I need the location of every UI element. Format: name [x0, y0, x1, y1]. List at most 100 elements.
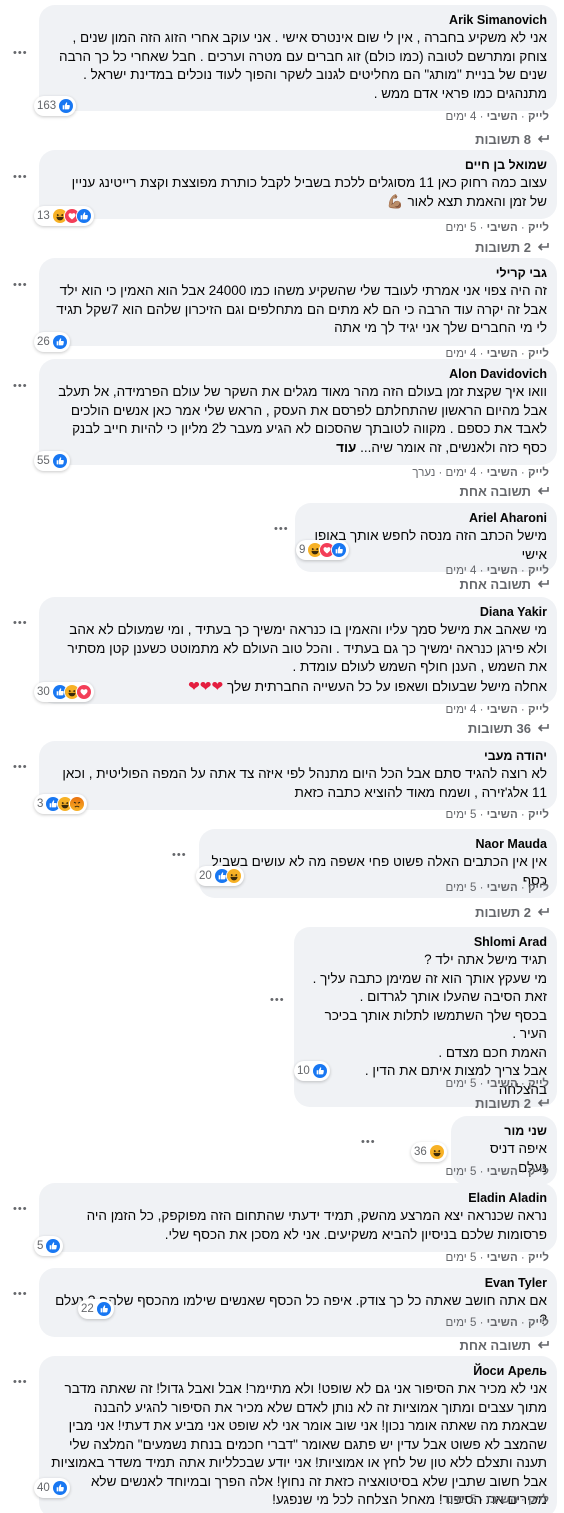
like-action[interactable]: לייק — [528, 467, 549, 479]
comment-author[interactable]: יהודה מעבי — [51, 748, 547, 765]
replies-count-label: 2 תשובות — [475, 240, 531, 255]
reactions-summary[interactable]: 13 — [34, 206, 94, 226]
view-replies-link[interactable]: 2 תשובות — [300, 1096, 549, 1112]
reaction-count: 163 — [37, 100, 57, 112]
reply-action[interactable]: השיבי — [487, 809, 518, 821]
comment-timestamp[interactable]: 5 ימים — [446, 1317, 477, 1329]
like-action[interactable]: לייק — [528, 222, 549, 234]
comment-author[interactable]: Naor Mauda — [211, 836, 547, 853]
reaction-count: 3 — [37, 798, 44, 810]
like-action[interactable]: לייק — [528, 1252, 549, 1264]
view-replies-link[interactable]: 36 תשובות — [114, 721, 549, 737]
reactions-summary[interactable]: 9 — [296, 540, 350, 560]
more-options-icon[interactable]: ••• — [270, 995, 285, 1006]
comment-text: וואו איך שקצת זמן בעולם הזה מהר מאוד מגל… — [51, 383, 547, 457]
reply-action[interactable]: השיבי — [487, 1078, 518, 1090]
reactions-summary[interactable]: 40 — [34, 1478, 70, 1498]
reactions-summary[interactable]: 5 — [34, 1236, 64, 1256]
view-replies-link[interactable]: תשובה אחת — [114, 484, 549, 500]
more-options-icon[interactable]: ••• — [13, 1204, 28, 1215]
like-action[interactable]: לייק — [528, 809, 549, 821]
reply-action[interactable]: השיבי — [487, 1166, 518, 1178]
comment-timestamp[interactable]: 4 ימים — [446, 111, 477, 123]
more-options-icon[interactable]: ••• — [13, 618, 28, 629]
like-action[interactable]: לייק — [528, 882, 549, 894]
comment-timestamp[interactable]: 4 ימים — [446, 565, 477, 577]
like-reaction-icon — [51, 1480, 68, 1496]
comment-author[interactable]: Arik Simanovich — [51, 12, 547, 29]
comment-author[interactable]: Ariel Aharoni — [307, 510, 547, 527]
like-action[interactable]: לייק — [528, 1494, 549, 1506]
more-options-icon[interactable]: ••• — [172, 850, 187, 861]
comment-body: תגיד מישל אתה ילד ? מי שעקץ אותך הוא זה … — [312, 952, 547, 1097]
more-options-icon[interactable]: ••• — [274, 524, 289, 535]
comment-timestamp[interactable]: 5 ימים — [446, 1166, 477, 1178]
comment-author[interactable]: Alon Davidovich — [51, 366, 547, 383]
comment-actions: לייק · השיבי · 4 ימים · נערך — [412, 467, 549, 479]
like-action[interactable]: לייק — [528, 1078, 549, 1090]
like-action[interactable]: לייק — [528, 1166, 549, 1178]
comment-timestamp[interactable]: 5 ימים — [446, 222, 477, 234]
comment-body: עצוב כמה רחוק כאן 11 מסוגלים ללכת בשביל … — [71, 175, 547, 209]
more-options-icon[interactable]: ••• — [13, 1289, 28, 1300]
more-options-icon[interactable]: ••• — [13, 381, 28, 392]
reaction-icons — [307, 542, 348, 558]
reply-arrow-icon — [537, 132, 549, 148]
comment-bubble: שמואל בן חיים עצוב כמה רחוק כאן 11 מסוגלי… — [39, 150, 557, 219]
comment-timestamp[interactable]: 5 ימים — [446, 809, 477, 821]
comment-author[interactable]: Йоси Арель — [51, 1363, 547, 1380]
reply-arrow-icon — [537, 905, 549, 921]
reactions-summary[interactable]: 163 — [34, 96, 77, 116]
comment-body: לא רוצה להגיד סתם אבל הכל היום מתנהל לפי… — [62, 766, 547, 800]
reactions-summary[interactable]: 55 — [34, 451, 70, 471]
comment-author[interactable]: שני מור — [463, 1123, 547, 1140]
comment-author[interactable]: Eladin Aladin — [51, 1190, 547, 1207]
comment-actions: לייק · השיבי · 5 ימים — [445, 1317, 549, 1329]
reactions-summary[interactable]: 30 — [34, 682, 94, 702]
reactions-summary[interactable]: 3 — [34, 794, 88, 814]
like-action[interactable]: לייק — [528, 565, 549, 577]
more-options-icon[interactable]: ••• — [361, 1137, 376, 1148]
reactions-summary[interactable]: 36 — [411, 1142, 447, 1162]
comment-author[interactable]: Shlomi Arad — [306, 934, 547, 951]
reply-action[interactable]: השיבי — [487, 565, 518, 577]
more-options-icon[interactable]: ••• — [13, 172, 28, 183]
comment-timestamp[interactable]: 4 ימים — [446, 704, 477, 716]
like-action[interactable]: לייק — [528, 704, 549, 716]
comment-timestamp[interactable]: 5 ימים — [446, 1252, 477, 1264]
reply-action[interactable]: השיבי — [487, 882, 518, 894]
view-replies-link[interactable]: 2 תשובות — [114, 240, 549, 256]
comment-timestamp[interactable]: 5 ימים — [446, 1078, 477, 1090]
more-options-icon[interactable]: ••• — [13, 280, 28, 291]
more-options-icon[interactable]: ••• — [13, 762, 28, 773]
like-action[interactable]: לייק — [528, 1317, 549, 1329]
comment-author[interactable]: Evan Tyler — [51, 1275, 547, 1292]
like-action[interactable]: לייק — [528, 111, 549, 123]
comment-body: מישל הכתב הזה מנסה לחפש אותך באופן אישי — [314, 528, 547, 562]
reactions-summary[interactable]: 26 — [34, 332, 70, 352]
view-replies-link[interactable]: 2 תשובות — [196, 905, 549, 921]
comment-author[interactable]: Diana Yakir — [51, 604, 547, 621]
comment-actions: לייק · השיבי · 5 ימים — [445, 1494, 549, 1506]
comment-timestamp[interactable]: 5 ימים — [446, 882, 477, 894]
comment-author[interactable]: שמואל בן חיים — [51, 157, 547, 174]
reply-action[interactable]: השיבי — [487, 467, 518, 479]
reply-action[interactable]: השיבי — [487, 1494, 518, 1506]
comment-timestamp[interactable]: 4 ימים — [446, 467, 477, 479]
reply-action[interactable]: השיבי — [487, 704, 518, 716]
more-options-icon[interactable]: ••• — [13, 48, 28, 59]
see-more-link[interactable]: עוד — [336, 440, 356, 455]
reply-action[interactable]: השיבי — [487, 111, 518, 123]
view-replies-link[interactable]: תשובה אחת — [356, 577, 549, 593]
reply-action[interactable]: השיבי — [487, 1317, 518, 1329]
comment-actions: לייק · השיבי · 4 ימים — [445, 111, 549, 123]
view-replies-link[interactable]: תשובה אחת — [114, 1338, 549, 1354]
reply-action[interactable]: השיבי — [487, 222, 518, 234]
view-replies-link[interactable]: 8 תשובות — [114, 132, 549, 148]
comment-actions: לייק · השיבי · 5 ימים — [445, 1166, 549, 1178]
more-options-icon[interactable]: ••• — [13, 1377, 28, 1388]
like-reaction-icon — [95, 1301, 112, 1317]
reply-action[interactable]: השיבי — [487, 1252, 518, 1264]
comment-author[interactable]: גבי קרילי — [51, 265, 547, 282]
comment-timestamp[interactable]: 5 ימים — [446, 1494, 477, 1506]
